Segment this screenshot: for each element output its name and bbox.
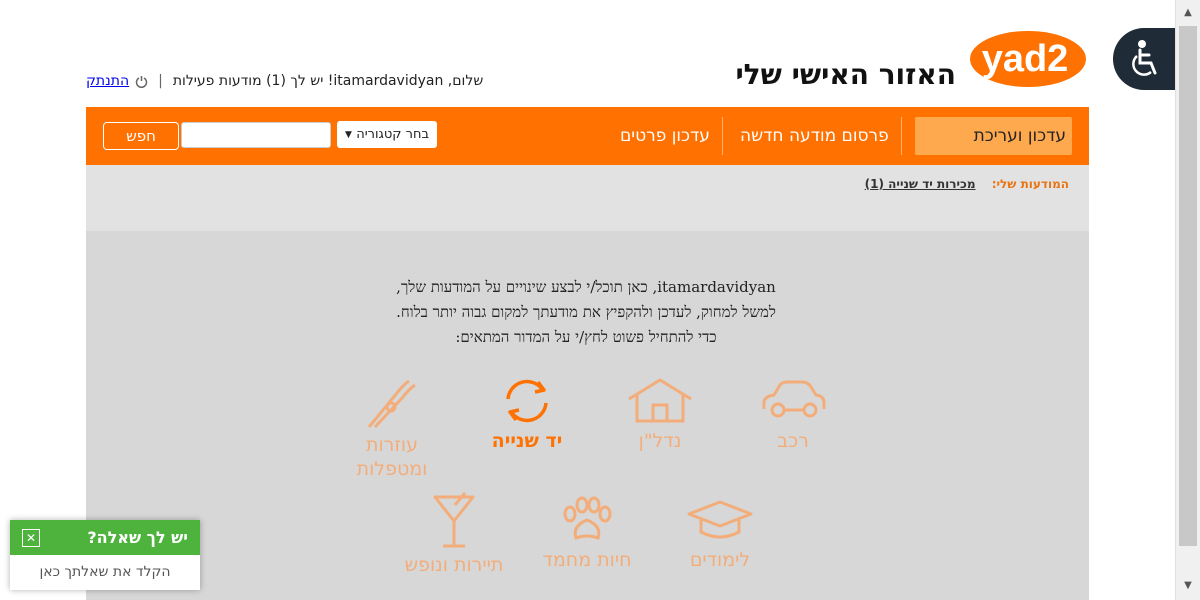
- category-label: נדל"ן: [638, 430, 682, 452]
- house-icon: [628, 378, 692, 423]
- close-icon[interactable]: ✕: [22, 528, 40, 547]
- category-helpers[interactable]: עוזרות ומטפלות: [337, 377, 447, 481]
- graduation-cap-icon: [687, 500, 753, 539]
- category-label: עוזרות ומטפלות: [356, 434, 428, 480]
- chat-widget[interactable]: יש לך שאלה? ✕ הקלד את שאלתך כאן: [10, 520, 200, 590]
- category-label: רכב: [777, 430, 809, 452]
- category-tourism[interactable]: תיירות ונופש: [399, 491, 509, 577]
- category-second-hand[interactable]: יד שנייה: [472, 377, 582, 453]
- categories-panel: itamardavidyan, כאן תוכל/י לבצע שינויים …: [86, 231, 1089, 600]
- tab-new-ad[interactable]: פרסום מודעה חדשה: [734, 117, 895, 155]
- page-title: האזור האישי שלי: [735, 58, 956, 91]
- intro-line: itamardavidyan, כאן תוכל/י לבצע שינויים …: [396, 278, 776, 296]
- chevron-down-icon: ▼: [345, 129, 352, 140]
- tab-update-ads[interactable]: עדכון ועריכת מודעות: [915, 117, 1072, 184]
- scroll-down-arrow-icon[interactable]: ▼: [1176, 575, 1200, 597]
- search-button[interactable]: חפש: [103, 122, 179, 150]
- chat-input[interactable]: הקלד את שאלתך כאן: [10, 555, 200, 590]
- breadcrumb: המודעות שלי: מכירות יד שנייה (1): [865, 177, 1069, 191]
- category-car[interactable]: רכב: [738, 377, 848, 453]
- tab-update-details[interactable]: עדכון פרטים: [614, 117, 716, 155]
- car-icon: [762, 380, 826, 418]
- scroll-up-arrow-icon[interactable]: ▲: [1176, 2, 1200, 24]
- category-select-value: בחר קטגוריה: [356, 127, 429, 142]
- main-nav-bar: עדכון ועריכת מודעות פרסום מודעה חדשה עדכ…: [86, 107, 1089, 184]
- logo-text: yad2: [982, 38, 1069, 80]
- nav-divider: [901, 117, 902, 155]
- page-scrollbar[interactable]: ▲ ▼: [1175, 0, 1200, 600]
- logout-link[interactable]: התנתק: [86, 73, 129, 89]
- chat-header[interactable]: יש לך שאלה? ✕: [10, 520, 200, 555]
- category-pets[interactable]: חיות מחמד: [532, 496, 642, 572]
- category-label: לימודים: [689, 549, 751, 571]
- breadcrumb-label: המודעות שלי:: [991, 177, 1069, 191]
- user-greeting-bar: התנתק | שלום, itamardavidyan! יש לך (1) …: [86, 73, 483, 89]
- breadcrumb-link[interactable]: מכירות יד שנייה (1): [865, 177, 976, 191]
- category-label: יד שנייה: [491, 430, 563, 452]
- nav-divider: [722, 117, 723, 155]
- intro-line: כדי להתחיל פשוט לחץ/י על המדור המתאים:: [455, 328, 717, 346]
- category-label: חיות מחמד: [542, 549, 632, 571]
- greeting-text: שלום, itamardavidyan! יש לך (1) מודעות פ…: [172, 73, 484, 89]
- cocktail-icon: [433, 492, 475, 548]
- breadcrumb-area: המודעות שלי: מכירות יד שנייה (1): [86, 165, 1089, 231]
- category-label: תיירות ונופש: [404, 554, 504, 576]
- category-studies[interactable]: לימודים: [665, 496, 775, 572]
- intro-text: itamardavidyan, כאן תוכל/י לבצע שינויים …: [286, 275, 886, 350]
- category-real-estate[interactable]: נדל"ן: [605, 377, 715, 453]
- power-icon: [135, 75, 148, 88]
- paw-icon: [563, 496, 612, 540]
- wheelchair-icon: [1132, 40, 1157, 76]
- scrollbar-thumb[interactable]: [1179, 26, 1197, 546]
- clothespin-icon: [367, 379, 416, 429]
- accessibility-button[interactable]: [1113, 28, 1175, 90]
- intro-line: למשל למחוק, לעדכן ולהקפיץ את מודעתך למקו…: [396, 303, 776, 321]
- search-input[interactable]: [181, 122, 331, 148]
- divider: |: [158, 73, 163, 89]
- recycle-icon: [506, 379, 548, 423]
- category-select[interactable]: ▼ בחר קטגוריה: [337, 121, 437, 148]
- chat-title: יש לך שאלה?: [87, 528, 188, 547]
- yad2-logo[interactable]: yad2: [965, 29, 1087, 89]
